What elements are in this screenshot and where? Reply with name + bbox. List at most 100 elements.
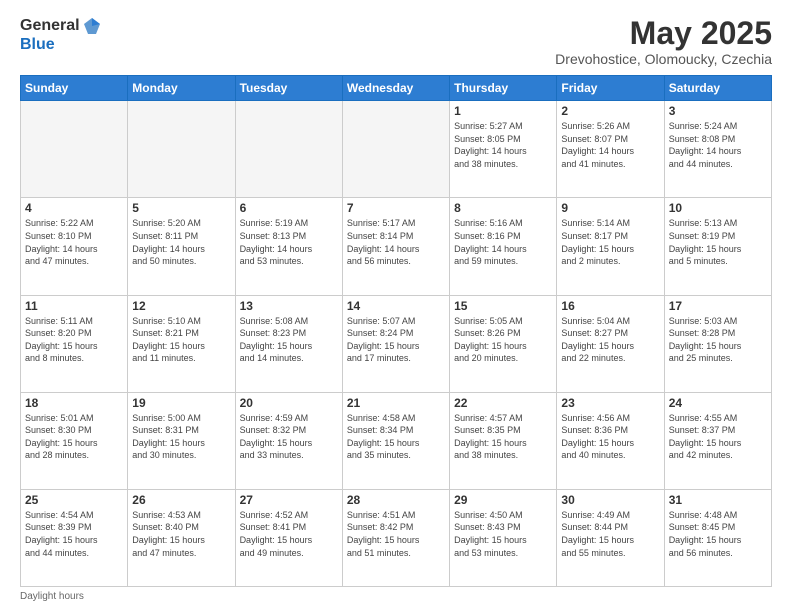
day-number: 8 bbox=[454, 201, 552, 215]
logo-blue: Blue bbox=[20, 36, 55, 54]
calendar-cell: 11 Sunrise: 5:11 AM Sunset: 8:20 PM Dayli… bbox=[21, 295, 128, 392]
calendar-subtitle: Drevohostice, Olomoucky, Czechia bbox=[555, 51, 772, 67]
calendar-table: SundayMondayTuesdayWednesdayThursdayFrid… bbox=[20, 75, 772, 587]
day-number: 30 bbox=[561, 493, 659, 507]
day-number: 19 bbox=[132, 396, 230, 410]
day-info: Sunrise: 5:01 AM Sunset: 8:30 PM Dayligh… bbox=[25, 412, 123, 462]
day-info: Sunrise: 4:56 AM Sunset: 8:36 PM Dayligh… bbox=[561, 412, 659, 462]
day-number: 12 bbox=[132, 299, 230, 313]
calendar-cell: 6Sunrise: 5:19 AM Sunset: 8:13 PM Daylig… bbox=[235, 198, 342, 295]
logo-flag-icon bbox=[82, 16, 102, 36]
calendar-cell: 20Sunrise: 4:59 AM Sunset: 8:32 PM Dayli… bbox=[235, 392, 342, 489]
day-info: Sunrise: 5:20 AM Sunset: 8:11 PM Dayligh… bbox=[132, 217, 230, 267]
day-number: 25 bbox=[25, 493, 123, 507]
calendar-cell: 31Sunrise: 4:48 AM Sunset: 8:45 PM Dayli… bbox=[664, 489, 771, 586]
day-number: 10 bbox=[669, 201, 767, 215]
day-number: 23 bbox=[561, 396, 659, 410]
day-number: 27 bbox=[240, 493, 338, 507]
calendar-cell: 9 Sunrise: 5:14 AM Sunset: 8:17 PM Daylig… bbox=[557, 198, 664, 295]
day-number: 4 bbox=[25, 201, 123, 215]
calendar-cell: 13Sunrise: 5:08 AM Sunset: 8:23 PM Dayli… bbox=[235, 295, 342, 392]
logo: General Blue bbox=[20, 16, 102, 54]
calendar-cell: 28 Sunrise: 4:51 AM Sunset: 8:42 PM Dayli… bbox=[342, 489, 449, 586]
day-info: Sunrise: 4:51 AM Sunset: 8:42 PM Dayligh… bbox=[347, 509, 445, 559]
day-info: Sunrise: 4:49 AM Sunset: 8:44 PM Dayligh… bbox=[561, 509, 659, 559]
week-row-1: 1Sunrise: 5:27 AM Sunset: 8:05 PM Daylig… bbox=[21, 101, 772, 198]
week-row-5: 25 Sunrise: 4:54 AM Sunset: 8:39 PM Dayli… bbox=[21, 489, 772, 586]
day-info: Sunrise: 5:07 AM Sunset: 8:24 PM Dayligh… bbox=[347, 315, 445, 365]
calendar-cell: 21 Sunrise: 4:58 AM Sunset: 8:34 PM Dayli… bbox=[342, 392, 449, 489]
day-info: Sunrise: 4:54 AM Sunset: 8:39 PM Dayligh… bbox=[25, 509, 123, 559]
day-info: Sunrise: 5:13 AM Sunset: 8:19 PM Dayligh… bbox=[669, 217, 767, 267]
calendar-cell: 10 Sunrise: 5:13 AM Sunset: 8:19 PM Dayli… bbox=[664, 198, 771, 295]
logo-general: General bbox=[20, 17, 80, 35]
day-header-monday: Monday bbox=[128, 76, 235, 101]
week-row-4: 18 Sunrise: 5:01 AM Sunset: 8:30 PM Dayli… bbox=[21, 392, 772, 489]
calendar-cell: 12 Sunrise: 5:10 AM Sunset: 8:21 PM Dayli… bbox=[128, 295, 235, 392]
day-number: 24 bbox=[669, 396, 767, 410]
day-header-sunday: Sunday bbox=[21, 76, 128, 101]
day-info: Sunrise: 5:26 AM Sunset: 8:07 PM Dayligh… bbox=[561, 120, 659, 170]
day-number: 28 bbox=[347, 493, 445, 507]
calendar-cell: 16 Sunrise: 5:04 AM Sunset: 8:27 PM Dayli… bbox=[557, 295, 664, 392]
day-number: 26 bbox=[132, 493, 230, 507]
day-number: 15 bbox=[454, 299, 552, 313]
day-number: 5 bbox=[132, 201, 230, 215]
day-headers-row: SundayMondayTuesdayWednesdayThursdayFrid… bbox=[21, 76, 772, 101]
day-number: 11 bbox=[25, 299, 123, 313]
day-header-friday: Friday bbox=[557, 76, 664, 101]
week-row-3: 11 Sunrise: 5:11 AM Sunset: 8:20 PM Dayli… bbox=[21, 295, 772, 392]
day-number: 13 bbox=[240, 299, 338, 313]
title-block: May 2025 Drevohostice, Olomoucky, Czechi… bbox=[555, 16, 772, 67]
calendar-cell: 3 Sunrise: 5:24 AM Sunset: 8:08 PM Daylig… bbox=[664, 101, 771, 198]
day-info: Sunrise: 5:11 AM Sunset: 8:20 PM Dayligh… bbox=[25, 315, 123, 365]
calendar-cell: 29Sunrise: 4:50 AM Sunset: 8:43 PM Dayli… bbox=[450, 489, 557, 586]
day-number: 14 bbox=[347, 299, 445, 313]
day-info: Sunrise: 5:04 AM Sunset: 8:27 PM Dayligh… bbox=[561, 315, 659, 365]
day-number: 3 bbox=[669, 104, 767, 118]
page: General Blue May 2025 Drevohostice, Olom… bbox=[0, 0, 792, 612]
day-number: 16 bbox=[561, 299, 659, 313]
day-header-thursday: Thursday bbox=[450, 76, 557, 101]
day-info: Sunrise: 5:16 AM Sunset: 8:16 PM Dayligh… bbox=[454, 217, 552, 267]
calendar-cell: 5 Sunrise: 5:20 AM Sunset: 8:11 PM Daylig… bbox=[128, 198, 235, 295]
day-info: Sunrise: 4:53 AM Sunset: 8:40 PM Dayligh… bbox=[132, 509, 230, 559]
calendar-cell: 24Sunrise: 4:55 AM Sunset: 8:37 PM Dayli… bbox=[664, 392, 771, 489]
day-info: Sunrise: 5:10 AM Sunset: 8:21 PM Dayligh… bbox=[132, 315, 230, 365]
day-header-tuesday: Tuesday bbox=[235, 76, 342, 101]
day-info: Sunrise: 5:24 AM Sunset: 8:08 PM Dayligh… bbox=[669, 120, 767, 170]
day-info: Sunrise: 5:14 AM Sunset: 8:17 PM Dayligh… bbox=[561, 217, 659, 267]
day-info: Sunrise: 4:52 AM Sunset: 8:41 PM Dayligh… bbox=[240, 509, 338, 559]
footer-note: Daylight hours bbox=[20, 591, 772, 602]
day-number: 2 bbox=[561, 104, 659, 118]
day-number: 21 bbox=[347, 396, 445, 410]
day-info: Sunrise: 4:59 AM Sunset: 8:32 PM Dayligh… bbox=[240, 412, 338, 462]
calendar-cell: 26 Sunrise: 4:53 AM Sunset: 8:40 PM Dayli… bbox=[128, 489, 235, 586]
day-info: Sunrise: 5:27 AM Sunset: 8:05 PM Dayligh… bbox=[454, 120, 552, 170]
day-number: 18 bbox=[25, 396, 123, 410]
calendar-cell bbox=[235, 101, 342, 198]
calendar-cell bbox=[21, 101, 128, 198]
calendar-cell: 27 Sunrise: 4:52 AM Sunset: 8:41 PM Dayli… bbox=[235, 489, 342, 586]
calendar-cell: 7 Sunrise: 5:17 AM Sunset: 8:14 PM Daylig… bbox=[342, 198, 449, 295]
calendar-cell: 2 Sunrise: 5:26 AM Sunset: 8:07 PM Daylig… bbox=[557, 101, 664, 198]
day-info: Sunrise: 5:17 AM Sunset: 8:14 PM Dayligh… bbox=[347, 217, 445, 267]
day-number: 9 bbox=[561, 201, 659, 215]
calendar-cell: 22Sunrise: 4:57 AM Sunset: 8:35 PM Dayli… bbox=[450, 392, 557, 489]
calendar-cell: 15 Sunrise: 5:05 AM Sunset: 8:26 PM Dayli… bbox=[450, 295, 557, 392]
day-number: 22 bbox=[454, 396, 552, 410]
calendar-cell: 4Sunrise: 5:22 AM Sunset: 8:10 PM Daylig… bbox=[21, 198, 128, 295]
calendar-cell bbox=[128, 101, 235, 198]
day-number: 7 bbox=[347, 201, 445, 215]
calendar-cell: 30 Sunrise: 4:49 AM Sunset: 8:44 PM Dayli… bbox=[557, 489, 664, 586]
calendar-cell: 19Sunrise: 5:00 AM Sunset: 8:31 PM Dayli… bbox=[128, 392, 235, 489]
day-info: Sunrise: 5:03 AM Sunset: 8:28 PM Dayligh… bbox=[669, 315, 767, 365]
day-info: Sunrise: 5:05 AM Sunset: 8:26 PM Dayligh… bbox=[454, 315, 552, 365]
day-info: Sunrise: 5:19 AM Sunset: 8:13 PM Dayligh… bbox=[240, 217, 338, 267]
calendar-cell: 23 Sunrise: 4:56 AM Sunset: 8:36 PM Dayli… bbox=[557, 392, 664, 489]
day-info: Sunrise: 4:58 AM Sunset: 8:34 PM Dayligh… bbox=[347, 412, 445, 462]
calendar-title: May 2025 bbox=[555, 16, 772, 51]
day-header-saturday: Saturday bbox=[664, 76, 771, 101]
calendar-cell bbox=[342, 101, 449, 198]
calendar-cell: 1Sunrise: 5:27 AM Sunset: 8:05 PM Daylig… bbox=[450, 101, 557, 198]
